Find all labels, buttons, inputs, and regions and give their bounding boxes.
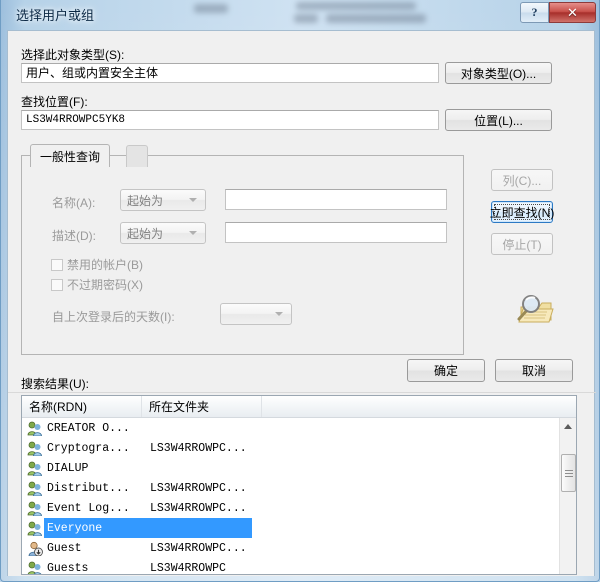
row-folder: LS3W4RROWPC... (150, 481, 247, 495)
group-icon (27, 561, 42, 574)
cancel-button[interactable]: 取消 (495, 359, 573, 382)
common-queries-groupbox: 一般性查询 名称(A): 起始为 描述(D): 起始为 禁用的帐户(B) 不过期… (21, 144, 464, 355)
disabled-accounts-label: 禁用的帐户(B) (67, 258, 143, 272)
row-folder: LS3W4RROWPC... (150, 441, 247, 455)
table-row[interactable]: Event Log... LS3W4RROWPC... (22, 498, 559, 518)
group-icon (27, 421, 42, 436)
section-divider (8, 392, 596, 393)
blurred-background-content (186, 0, 431, 30)
window-title: 选择用户或组 (16, 8, 95, 23)
title-bar: 选择用户或组 ? ✕ (1, 0, 599, 30)
columns-button[interactable]: 列(C)... (491, 169, 553, 191)
tab-common-queries[interactable]: 一般性查询 (30, 144, 111, 167)
chevron-down-icon (275, 312, 283, 316)
stop-button[interactable]: 停止(T) (491, 233, 553, 255)
row-name: Cryptogra... (47, 441, 130, 455)
group-icon (27, 521, 42, 536)
location-label: 查找位置(F): (21, 95, 88, 109)
description-condition-select[interactable]: 起始为 (120, 222, 206, 244)
find-now-button[interactable]: 立即查找(N) (490, 201, 554, 223)
days-since-logon-label: 自上次登录后的天数(I): (52, 310, 175, 324)
table-row[interactable]: Guest LS3W4RROWPC... (22, 538, 559, 558)
object-type-field[interactable]: 用户、组或内置安全主体 (21, 63, 439, 83)
caption-button-group: ? ✕ (520, 2, 596, 23)
row-folder: LS3W4RROWPC (150, 561, 226, 575)
dialog-client-area: 选择此对象类型(S): 用户、组或内置安全主体 对象类型(O)... 查找位置(… (7, 30, 596, 576)
column-header-extra[interactable] (262, 396, 561, 417)
group-icon (27, 481, 42, 496)
user-icon (28, 541, 43, 556)
description-input[interactable] (225, 222, 447, 243)
row-name: DIALUP (47, 461, 89, 475)
row-folder: LS3W4RROWPC... (150, 501, 247, 515)
row-name: Guests (47, 561, 89, 575)
days-since-logon-select[interactable] (220, 303, 292, 325)
table-row[interactable]: Guests LS3W4RROWPC (22, 558, 559, 574)
name-condition-select[interactable]: 起始为 (120, 189, 206, 211)
description-condition-value: 起始为 (127, 226, 164, 241)
group-icon (27, 501, 42, 516)
disabled-accounts-checkbox[interactable]: 禁用的帐户(B) (51, 256, 143, 273)
group-icon (27, 461, 42, 476)
ok-button[interactable]: 确定 (407, 359, 485, 382)
name-label: 名称(A): (52, 196, 96, 210)
locations-button[interactable]: 位置(L)... (445, 109, 552, 131)
search-folder-icon (517, 295, 554, 323)
close-icon[interactable]: ✕ (549, 2, 596, 23)
column-header-name[interactable]: 名称(RDN) (22, 396, 142, 417)
row-name: Distribut... (47, 481, 130, 495)
focus-ring (494, 204, 550, 220)
never-expire-password-label: 不过期密码(X) (67, 278, 143, 292)
table-row[interactable]: Cryptogra... LS3W4RROWPC... (22, 438, 559, 458)
scrollbar-thumb[interactable] (561, 454, 576, 492)
table-row[interactable]: DIALUP (22, 458, 559, 478)
object-types-button[interactable]: 对象类型(O)... (445, 62, 552, 84)
table-row[interactable]: Distribut... LS3W4RROWPC... (22, 478, 559, 498)
row-folder: LS3W4RROWPC... (150, 541, 247, 555)
group-icon (27, 441, 42, 456)
vertical-scrollbar[interactable] (559, 418, 576, 574)
chevron-down-icon (189, 198, 197, 202)
list-body: CREATOR O... Cryptogra... LS3W4RROWPC... DI… (22, 418, 559, 574)
help-icon[interactable]: ? (520, 2, 549, 23)
row-name: CREATOR O... (47, 421, 130, 435)
never-expire-password-checkbox[interactable]: 不过期密码(X) (51, 276, 143, 293)
grip-icon (564, 469, 573, 477)
list-header-row: 名称(RDN) 所在文件夹 (22, 396, 576, 418)
name-condition-value: 起始为 (127, 193, 164, 208)
table-row[interactable]: CREATOR O... (22, 418, 559, 438)
table-row[interactable]: Everyone (22, 518, 559, 538)
row-name: Event Log... (47, 501, 130, 515)
search-results-label: 搜索结果(U): (21, 377, 89, 391)
object-type-label: 选择此对象类型(S): (21, 48, 125, 62)
scroll-up-icon[interactable] (560, 418, 576, 435)
column-header-folder[interactable]: 所在文件夹 (142, 396, 262, 417)
row-name: Guest (47, 541, 82, 555)
select-users-or-groups-dialog: 选择用户或组 ? ✕ 选择此对象类型(S): 用户、组或内置安全主体 对象类型(… (0, 0, 600, 582)
chevron-down-icon (189, 231, 197, 235)
location-field[interactable]: LS3W4RROWPC5YK8 (21, 110, 439, 130)
row-name: Everyone (47, 521, 103, 535)
search-results-list[interactable]: 名称(RDN) 所在文件夹 CREATOR O... Cryptogra... LS… (21, 395, 577, 575)
checkbox-box (51, 278, 63, 291)
checkbox-box (51, 258, 63, 271)
tab-filler (126, 145, 148, 167)
name-input[interactable] (225, 189, 447, 210)
description-label: 描述(D): (52, 229, 96, 243)
